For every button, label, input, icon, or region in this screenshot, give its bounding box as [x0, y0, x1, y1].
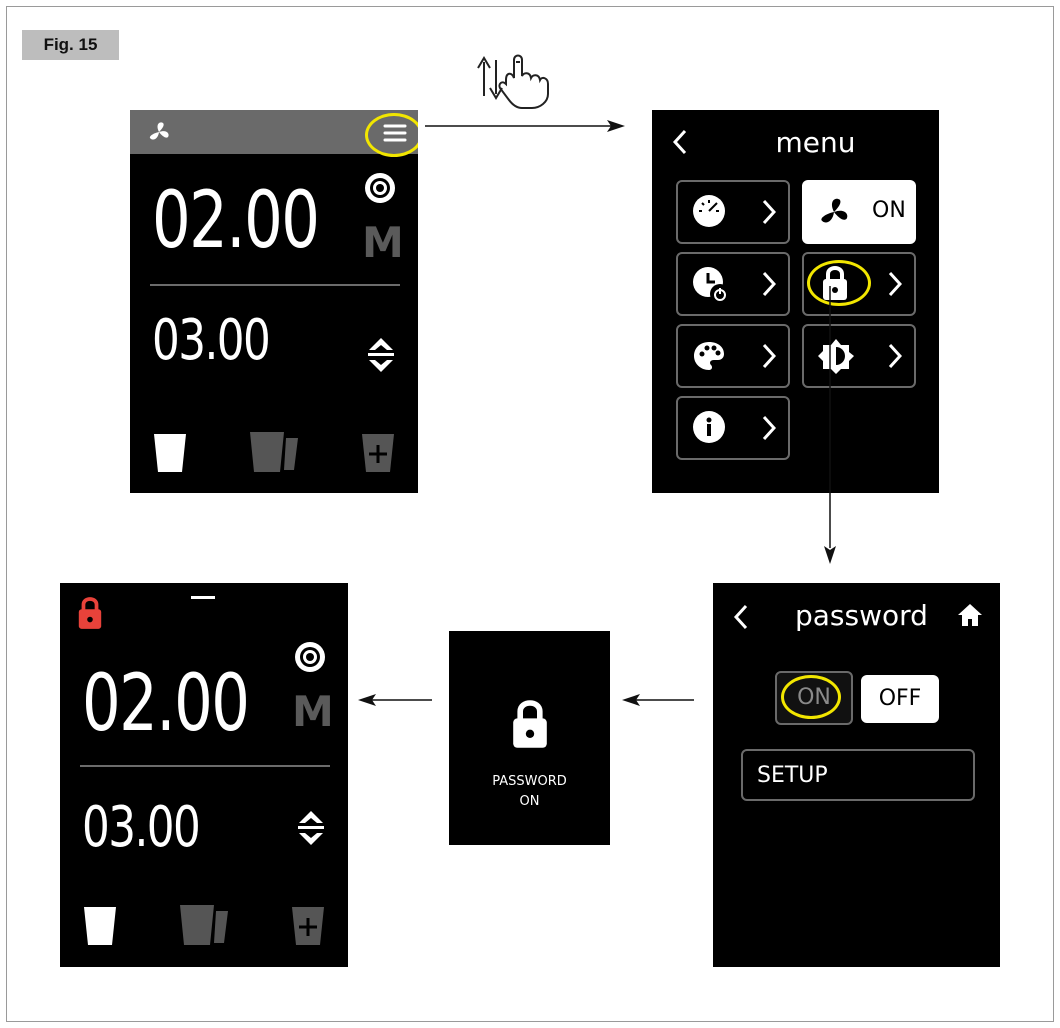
confirm-line1: PASSWORD: [492, 774, 567, 789]
secondary-value: 03.00: [82, 795, 201, 860]
mode-letter: M: [292, 687, 334, 736]
add-cup-icon[interactable]: [290, 905, 326, 947]
flow-arrow: [824, 286, 836, 564]
divider: [150, 284, 400, 286]
flow-arrow: [358, 694, 432, 706]
palette-icon: [694, 342, 724, 370]
chevron-right-icon: [762, 415, 776, 441]
target-icon: [365, 173, 395, 203]
divider: [80, 765, 330, 767]
clock-power-icon: [693, 267, 730, 304]
chevron-right-icon: [762, 343, 776, 369]
highlight-ring-lock: [807, 260, 871, 306]
password-title: password: [795, 599, 928, 632]
fan-icon: [821, 198, 848, 223]
status-dash: [191, 596, 215, 599]
menu-item-timer[interactable]: [676, 252, 790, 316]
gauge-icon: [693, 195, 725, 227]
flow-arrow: [425, 120, 625, 132]
back-chevron-icon[interactable]: [733, 603, 749, 631]
cup-icon[interactable]: [82, 905, 118, 947]
locked-home-screen: 02.00 M 03.00: [60, 583, 348, 967]
menu-item-dosage[interactable]: [676, 180, 790, 244]
password-confirm-screen: PASSWORD ON: [449, 631, 610, 845]
chevron-right-icon: [762, 199, 776, 225]
password-off-button[interactable]: OFF: [861, 675, 939, 723]
fan-toggle-label: ON: [872, 198, 906, 223]
lock-icon: [78, 597, 102, 629]
chevron-right-icon: [888, 343, 902, 369]
swipe-gesture-icon: [477, 54, 549, 109]
home-icon[interactable]: [957, 603, 983, 627]
highlight-ring-menu: [365, 113, 418, 157]
menu-item-brightness[interactable]: [802, 324, 916, 388]
setup-label: SETUP: [757, 763, 828, 788]
secondary-value: 03.00: [152, 308, 271, 373]
menu-title: menu: [775, 126, 856, 159]
double-cup-icon[interactable]: [178, 903, 230, 947]
main-value: 02.00: [82, 659, 250, 749]
fan-icon: [149, 122, 169, 140]
double-cup-icon[interactable]: [248, 430, 300, 474]
password-screen: password ON OFF SETUP: [713, 583, 1000, 967]
info-icon: [693, 411, 725, 443]
add-cup-icon[interactable]: [360, 432, 396, 474]
lock-icon: [513, 700, 547, 748]
fan-toggle[interactable]: ON: [802, 180, 916, 244]
mode-letter: M: [362, 218, 404, 267]
home-screen: 02.00 M 03.00: [130, 110, 418, 493]
cup-icon[interactable]: [152, 432, 188, 474]
target-icon: [295, 642, 325, 672]
setup-button[interactable]: SETUP: [741, 749, 975, 801]
confirm-line2: ON: [519, 794, 540, 809]
menu-item-info[interactable]: [676, 396, 790, 460]
chevron-right-icon: [762, 271, 776, 297]
menu-screen: menu ON: [652, 110, 939, 493]
chevron-right-icon: [888, 271, 902, 297]
flow-arrow: [622, 694, 694, 706]
adjust-updown-icon[interactable]: [366, 336, 396, 374]
main-value: 02.00: [152, 176, 320, 266]
password-off-label: OFF: [878, 686, 922, 711]
highlight-ring-on: [781, 675, 841, 719]
adjust-updown-icon[interactable]: [296, 809, 326, 847]
figure-label: Fig. 15: [22, 30, 119, 60]
menu-item-theme[interactable]: [676, 324, 790, 388]
